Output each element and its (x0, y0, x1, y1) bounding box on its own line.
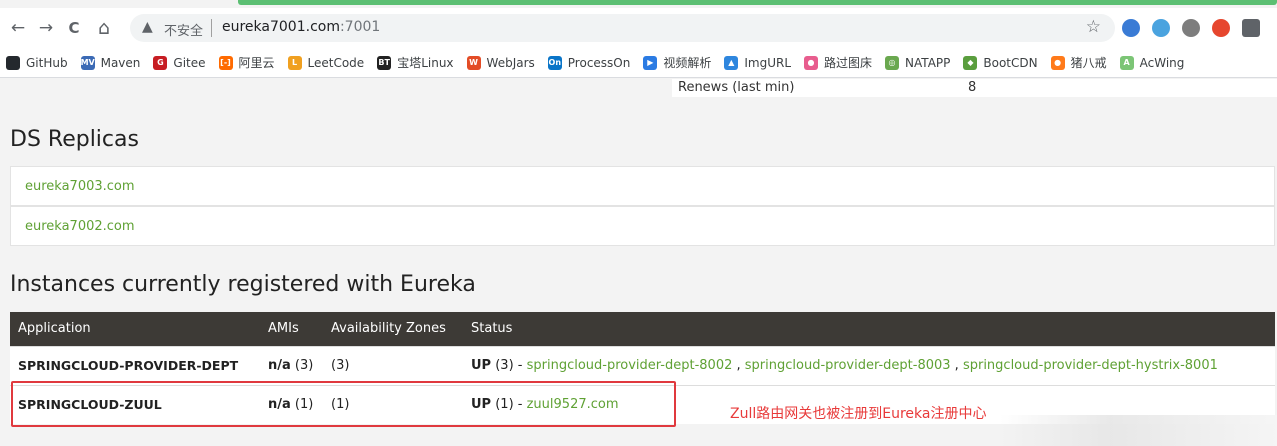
back-arrow-icon[interactable]: ← (8, 18, 28, 38)
ext-weibo-icon[interactable] (1212, 19, 1230, 37)
bookmark-icon: On (547, 55, 562, 70)
ext-chart-icon[interactable] (1182, 19, 1200, 37)
bookmark-icon: G (153, 55, 168, 70)
bookmark-icon: ▶ (643, 55, 658, 70)
forward-arrow-icon[interactable]: → (36, 18, 56, 38)
bookmark-icon: L (287, 55, 302, 70)
bookmark-item[interactable]: L LeetCode (287, 55, 365, 70)
bookmark-item[interactable]: ▶ 视频解析 (643, 54, 711, 71)
bookmark-label: BootCDN (983, 55, 1038, 70)
bookmark-icon: ● (1050, 55, 1065, 70)
watermark-blur (1000, 415, 1277, 446)
bookmark-item[interactable]: W WebJars (466, 55, 535, 70)
status-separator: , (732, 358, 745, 373)
bookmark-label: WebJars (486, 55, 535, 70)
bookmark-icon: ▲ (724, 55, 739, 70)
amis-na: n/a (268, 358, 291, 373)
bookmark-icon (6, 55, 20, 70)
status-separator: , (950, 358, 963, 373)
bookmark-item[interactable]: [-] 阿里云 (218, 54, 275, 71)
bookmark-item[interactable]: ● 猪八戒 (1050, 54, 1107, 71)
bookmarks-bar: GitHub MVN Maven G Gitee [-] 阿里云 L LeetCode BT 宝塔L… (0, 48, 1277, 78)
ext-puzzle-icon[interactable] (1242, 19, 1260, 37)
bookmark-icon: BT (377, 55, 392, 70)
bookmark-icon: [-] (218, 55, 233, 70)
home-icon[interactable]: ⌂ (94, 18, 114, 38)
renews-value: 8 (968, 80, 977, 95)
bookmark-icon: A (1119, 55, 1134, 70)
col-header-status: Status (463, 312, 1275, 346)
status-count: (3) - (491, 358, 527, 373)
availability-zones: (3) (323, 345, 463, 385)
bookmark-label: 路过图床 (824, 56, 873, 70)
bookmark-icon: ◎ (885, 55, 900, 70)
bookmark-label: Gitee (173, 55, 206, 70)
annotation-note: Zull路由网关也被注册到Eureka注册中心 (730, 406, 987, 422)
bookmark-label: GitHub (26, 55, 68, 70)
bookmark-item[interactable]: G Gitee (153, 55, 206, 70)
bookmark-label: 猪八戒 (1070, 56, 1107, 70)
page-load-progress-bar (238, 0, 1277, 5)
bookmark-label: AcWing (1139, 55, 1185, 70)
reload-icon[interactable]: C (64, 18, 84, 38)
bookmark-item[interactable]: ● 路过图床 (804, 54, 872, 71)
bookmark-icon: ◆ (963, 55, 978, 70)
bookmark-label: ImgURL (744, 55, 792, 70)
bookmark-label: ProcessOn (567, 55, 631, 70)
amis-cell: n/a (3) (260, 345, 323, 385)
replica-link-eureka7002[interactable]: eureka7002.com (25, 219, 135, 234)
col-header-availability-zones: Availability Zones (323, 312, 463, 346)
bookmark-label: Maven (100, 55, 141, 70)
bookmark-item[interactable]: On ProcessOn (547, 55, 631, 70)
browser-toolbar: ← → C ⌂ ▲ 不安全 eureka7001.com:7001 ☆ (0, 8, 1277, 48)
instance-link[interactable]: springcloud-provider-dept-hystrix-8001 (963, 358, 1218, 373)
renews-row: Renews (last min) 8 (672, 79, 1277, 97)
address-bar[interactable]: ▲ 不安全 eureka7001.com:7001 ☆ (130, 14, 1115, 42)
bookmark-item[interactable]: ◆ BootCDN (963, 55, 1038, 70)
application-name: SPRINGCLOUD-PROVIDER-DEPT (10, 345, 260, 385)
bookmark-icon: W (466, 55, 481, 70)
security-status-label[interactable]: 不安全 (164, 20, 203, 39)
bookmark-label: NATAPP (905, 55, 951, 70)
bookmark-icon: MVN (80, 55, 101, 70)
url-port: :7001 (339, 19, 381, 35)
status-cell: UP (3) - springcloud-provider-dept-8002 … (463, 345, 1275, 385)
instance-link[interactable]: springcloud-provider-dept-8002 (527, 358, 733, 373)
bookmark-star-icon[interactable]: ☆ (1086, 17, 1101, 37)
replica-row: eureka7002.com (10, 206, 1275, 246)
instance-link[interactable]: springcloud-provider-dept-8003 (745, 358, 951, 373)
col-header-application: Application (10, 312, 260, 346)
bookmark-label: 宝塔Linux (397, 56, 454, 70)
zuul-highlight-box (11, 381, 676, 427)
instances-title: Instances currently registered with Eure… (10, 272, 476, 297)
col-header-amis: AMIs (260, 312, 323, 346)
renews-label: Renews (last min) (678, 80, 795, 95)
status-up: UP (471, 358, 492, 373)
bookmark-icon: ● (804, 55, 819, 70)
bookmark-item[interactable]: GitHub (6, 55, 68, 70)
bookmark-item[interactable]: ▲ ImgURL (724, 55, 792, 70)
replica-link-eureka7003[interactable]: eureka7003.com (25, 179, 135, 194)
replica-row: eureka7003.com (10, 166, 1275, 206)
bookmark-item[interactable]: ◎ NATAPP (885, 55, 951, 70)
amis-count: (3) (290, 358, 314, 373)
ext-globe-icon[interactable] (1152, 19, 1170, 37)
bookmark-item[interactable]: A AcWing (1119, 55, 1185, 70)
ext-pinwheel-icon[interactable] (1122, 19, 1140, 37)
bookmark-label: 阿里云 (238, 56, 275, 70)
url-host: eureka7001.com (222, 19, 340, 35)
bookmark-label: LeetCode (307, 55, 365, 70)
instances-header-row: Application AMIs Availability Zones Stat… (10, 312, 1275, 346)
url-text[interactable]: eureka7001.com:7001 (222, 19, 380, 35)
bookmark-item[interactable]: BT 宝塔Linux (377, 54, 454, 71)
eureka-dashboard: Renews (last min) 8 DS Replicas eureka70… (0, 79, 1277, 446)
not-secure-warning-icon[interactable]: ▲ (142, 19, 153, 35)
ds-replicas-title: DS Replicas (10, 127, 139, 152)
bookmark-item[interactable]: MVN Maven (80, 55, 141, 70)
table-row: SPRINGCLOUD-PROVIDER-DEPT n/a (3) (3) UP (3… (10, 345, 1275, 385)
address-separator (211, 19, 212, 37)
bookmark-label: 视频解析 (663, 56, 712, 70)
